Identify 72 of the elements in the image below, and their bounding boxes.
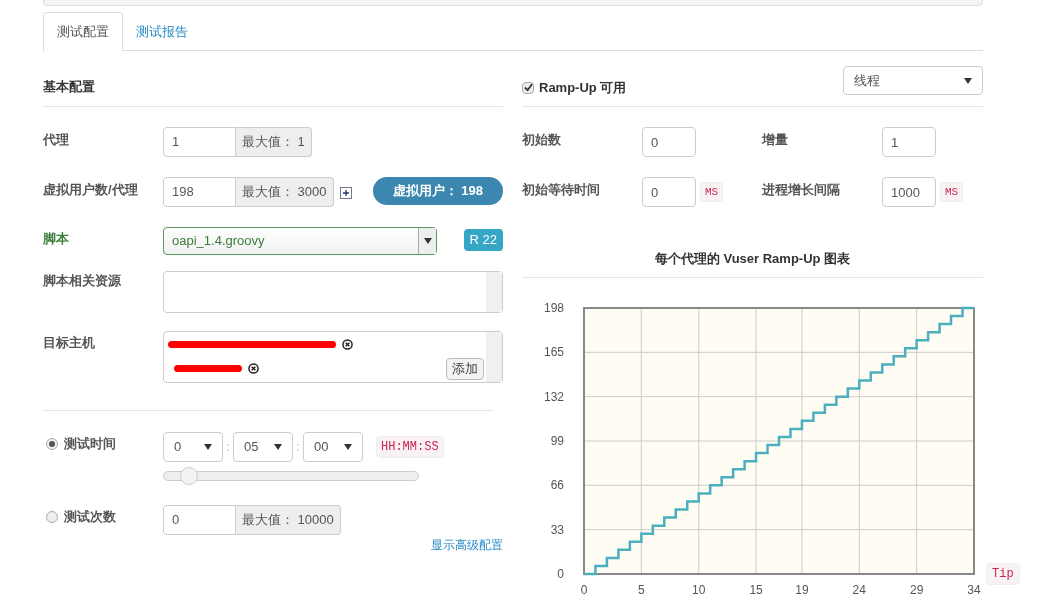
tab[interactable]: 测试报告: [123, 12, 201, 51]
field-label: 虚拟用户数/代理: [43, 182, 138, 197]
x-tick-label: 0: [580, 583, 588, 597]
number-field[interactable]: 1000: [882, 177, 936, 207]
slider-thumb[interactable]: [180, 467, 199, 485]
number-field[interactable]: 0: [163, 505, 236, 535]
field-label: 测试时间: [64, 435, 116, 453]
total-vusers-badge: 虚拟用户： 198: [372, 177, 503, 205]
resources-field[interactable]: [163, 271, 503, 313]
hosts-field[interactable]: 添加: [163, 331, 503, 383]
y-tick-label: 165: [543, 345, 564, 360]
caret-icon: [344, 444, 352, 450]
redaction-mark: [174, 364, 242, 372]
caret-icon: [423, 238, 432, 244]
x-tick-label: 34: [967, 583, 981, 597]
y-tick-label: 132: [543, 389, 564, 404]
unit-label: MS: [940, 181, 964, 203]
y-tick-label: 198: [543, 301, 564, 315]
unit-label: MS: [700, 181, 724, 203]
section-title: 基本配置: [43, 79, 95, 94]
number-field[interactable]: 1: [163, 127, 236, 157]
field-label: 脚本: [43, 231, 69, 246]
field-label: 初始数: [522, 131, 561, 149]
caret-icon: [274, 444, 282, 450]
x-tick-label: 24: [852, 583, 866, 597]
time-select[interactable]: 0: [163, 432, 223, 462]
remove-icon[interactable]: [342, 338, 353, 350]
field-label: 初始等待时间: [522, 181, 600, 199]
field-label: 增量: [762, 131, 788, 149]
tab[interactable]: 测试配置: [43, 12, 123, 52]
number-field[interactable]: 1: [882, 127, 936, 157]
max-value-label: 最大值： 1: [236, 127, 312, 157]
chart-title: 每个代理的 Vuser Ramp-Up 图表: [654, 250, 851, 268]
x-tick-label: 15: [749, 583, 763, 597]
advanced-config-link[interactable]: 显示高级配置: [431, 536, 503, 554]
scrollbar[interactable]: [486, 272, 502, 312]
time-separator: :: [225, 439, 231, 456]
remove-icon[interactable]: [248, 362, 259, 374]
x-tick-label: 29: [909, 583, 924, 597]
y-tick-label: 99: [550, 434, 564, 448]
radio-button[interactable]: [46, 510, 58, 523]
radio-button[interactable]: [46, 437, 58, 450]
add-button[interactable]: 添加: [446, 358, 484, 380]
tip-badge: Tip: [986, 563, 1020, 585]
time-select[interactable]: 00: [303, 432, 363, 462]
rampup-label: Ramp-Up 可用: [539, 79, 627, 97]
y-tick-label: 0: [557, 567, 564, 581]
max-value-label: 最大值： 3000: [236, 177, 334, 207]
caret-icon: [204, 444, 212, 450]
field-label: 目标主机: [43, 335, 95, 350]
y-tick-label: 66: [550, 478, 564, 493]
mode-select[interactable]: 线程: [843, 66, 983, 95]
time-separator: :: [295, 439, 301, 456]
number-field[interactable]: 198: [163, 177, 236, 207]
max-value-label: 最大值： 10000: [236, 505, 341, 535]
field-label: 脚本相关资源: [43, 273, 121, 288]
field-label: 代理: [43, 132, 69, 147]
x-tick-label: 5: [638, 583, 645, 597]
scrollbar[interactable]: [486, 332, 502, 382]
script-select[interactable]: oapi_1.4.groovy: [163, 227, 437, 255]
checkbox[interactable]: [522, 81, 534, 94]
x-tick-label: 10: [692, 583, 706, 597]
number-field[interactable]: 0: [642, 177, 696, 207]
field-label: 进程增长间隔: [762, 181, 840, 199]
time-format-hint: HH:MM:SS: [376, 436, 444, 458]
time-select[interactable]: 05: [233, 432, 293, 462]
x-tick-label: 19: [795, 583, 809, 597]
caret-icon: [964, 77, 972, 84]
number-field[interactable]: 0: [642, 127, 696, 157]
expand-icon[interactable]: [339, 187, 352, 199]
y-tick-label: 33: [550, 522, 564, 537]
field-label: 测试次数: [64, 508, 116, 526]
